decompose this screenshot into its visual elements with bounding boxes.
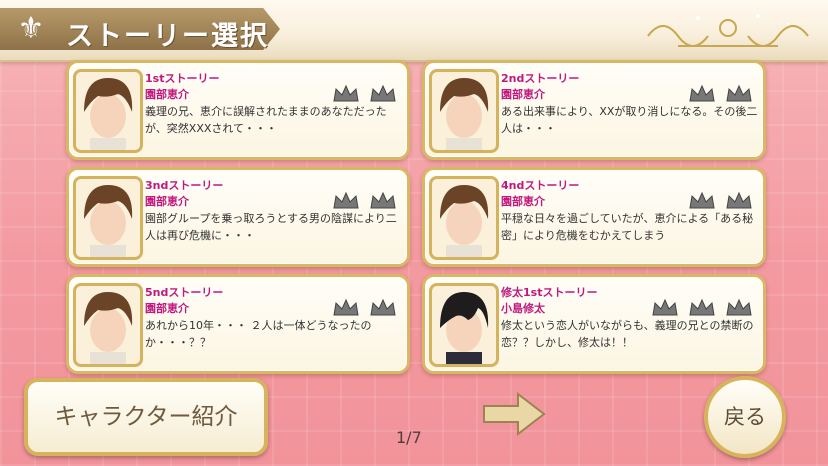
story-description: 義理の兄、恵介に誤解されたままのあなただったが、突然XXXされて・・・ (145, 105, 387, 135)
crown-icon (689, 84, 715, 102)
avatar (73, 283, 143, 367)
page-title: ストーリー選択 (66, 21, 269, 52)
character-name: 園部恵介 (501, 195, 545, 208)
crown-icon (333, 191, 359, 209)
story-title: 3ndストーリー (145, 179, 224, 192)
crown-icon (370, 84, 396, 102)
story-title: 2ndストーリー (501, 72, 580, 85)
crown-icon (370, 298, 396, 316)
swirl-ornament-icon (647, 14, 809, 47)
character-portrait-icon (84, 185, 133, 257)
story-description: 修太という恋人がいながらも、義理の兄との禁断の恋？？しかし、修太は！！ (501, 319, 754, 349)
crown-icon (370, 191, 396, 209)
character-portrait-icon (440, 78, 489, 150)
story-title: 修太1stストーリー (501, 286, 598, 299)
avatar (429, 283, 499, 367)
story-description: 平穏な日々を過ごしていたが、恵介による「ある秘密」により危機をむかえてしまう (501, 212, 754, 242)
story-title: 5ndストーリー (145, 286, 224, 299)
character-name: 園部恵介 (145, 88, 189, 101)
character-portrait-icon (84, 292, 133, 364)
crown-icon (689, 191, 715, 209)
character-name: 小島修太 (501, 302, 545, 315)
story-card-3[interactable]: 3ndストーリー 園部恵介 園部グループを乗っ取ろうとする男の陰謀により二人は再… (66, 167, 410, 267)
character-name: 園部恵介 (145, 302, 189, 315)
character-portrait-icon (440, 185, 489, 257)
character-intro-button[interactable]: キャラクター紹介 (24, 378, 268, 456)
character-portrait-icon (440, 292, 489, 364)
next-page-arrow-icon[interactable] (482, 390, 546, 438)
crown-icon (333, 298, 359, 316)
crown-icon (652, 298, 678, 316)
story-title: 4ndストーリー (501, 179, 580, 192)
avatar (73, 176, 143, 260)
story-description: 園部グループを乗っ取ろうとする男の陰謀により二人は再び危機に・・・ (145, 212, 397, 242)
story-description: あれから10年・・・ ２人は一体どうなったのか・・・？？ (145, 319, 372, 349)
story-card-4[interactable]: 4ndストーリー 園部恵介 平穏な日々を過ごしていたが、恵介による「ある秘密」に… (422, 167, 766, 267)
crown-icon (726, 298, 752, 316)
story-card-5[interactable]: 5ndストーリー 園部恵介 あれから10年・・・ ２人は一体どうなったのか・・・… (66, 274, 410, 374)
story-card-2[interactable]: 2ndストーリー 園部恵介 ある出来事により、XXが取り消しになる。その後二人は… (422, 60, 766, 160)
story-title: 1stストーリー (145, 72, 220, 85)
fleur-de-lis-icon: ⚜ (17, 11, 45, 46)
avatar (73, 69, 143, 153)
crown-icon (726, 191, 752, 209)
story-card-1[interactable]: 1stストーリー 園部恵介 義理の兄、恵介に誤解されたままのあなただったが、突然… (66, 60, 410, 160)
header-bar: ⚜ ストーリー選択 (0, 0, 828, 62)
page-indicator: 1/7 (396, 428, 422, 447)
crown-icon (689, 298, 715, 316)
character-name: 園部恵介 (501, 88, 545, 101)
character-portrait-icon (84, 78, 133, 150)
crown-icon (726, 84, 752, 102)
back-button[interactable]: 戻る (704, 376, 786, 458)
story-card-6[interactable]: 修太1stストーリー 小島修太 修太という恋人がいながらも、義理の兄との禁断の恋… (422, 274, 766, 374)
crown-icon (333, 84, 359, 102)
character-name: 園部恵介 (145, 195, 189, 208)
avatar (429, 69, 499, 153)
avatar (429, 176, 499, 260)
story-description: ある出来事により、XXが取り消しになる。その後二人は・・・ (501, 105, 758, 135)
